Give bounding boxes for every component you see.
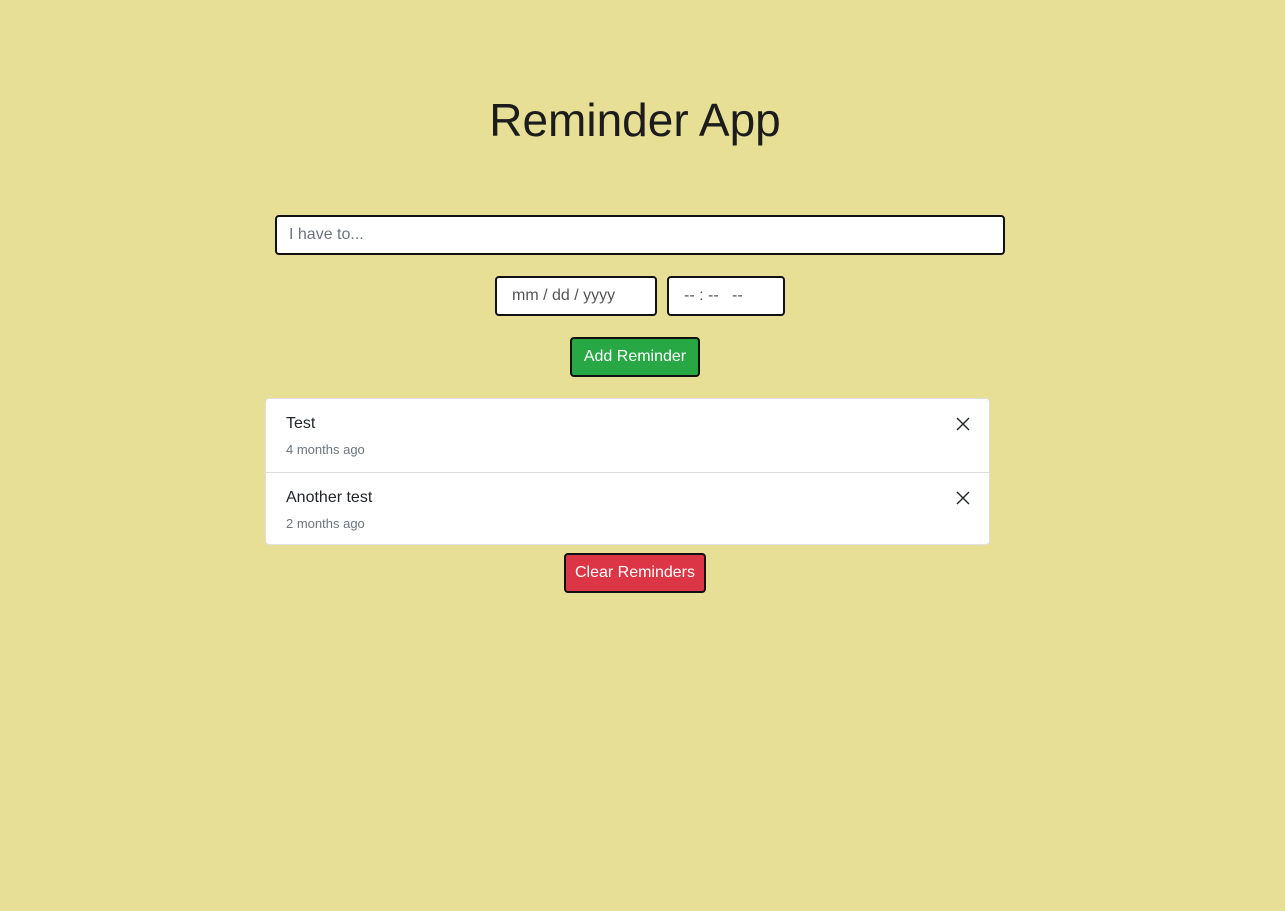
time-input-placeholder: -- : -- -- — [684, 287, 743, 304]
add-reminder-button[interactable]: Add Reminder — [570, 337, 700, 377]
date-input-placeholder: mm / dd / yyyy — [512, 287, 616, 304]
close-icon[interactable] — [955, 416, 971, 432]
reminder-text: Another test — [286, 489, 373, 506]
list-item: Another test 2 months ago — [266, 472, 989, 544]
clear-reminders-button[interactable]: Clear Reminders — [564, 553, 706, 593]
reminder-text: Test — [286, 415, 316, 432]
reminder-text-input[interactable] — [275, 215, 1005, 255]
reminder-list: Test 4 months ago Another test 2 months … — [265, 398, 990, 545]
date-input[interactable]: mm / dd / yyyy — [495, 276, 657, 316]
list-item: Test 4 months ago — [266, 399, 989, 472]
page-title: Reminder App — [489, 94, 781, 146]
reminder-time: 2 months ago — [286, 516, 365, 531]
reminder-time: 4 months ago — [286, 442, 365, 457]
close-icon[interactable] — [955, 490, 971, 506]
time-input[interactable]: -- : -- -- — [667, 276, 785, 316]
